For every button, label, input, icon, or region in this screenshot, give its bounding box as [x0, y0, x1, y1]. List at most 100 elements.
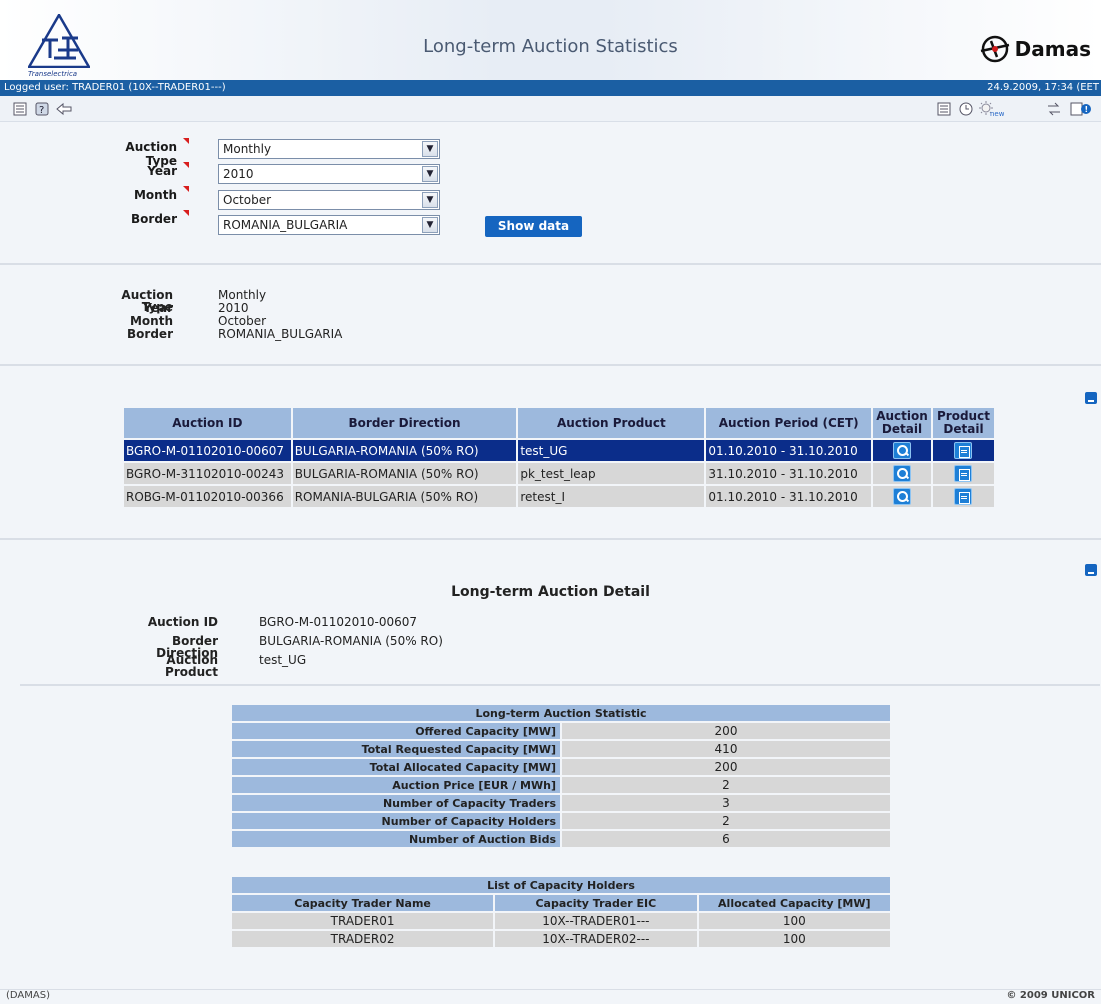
- damas-logo-icon: [980, 35, 1009, 63]
- summary-border-value: ROMANIA_BULGARIA: [218, 327, 343, 341]
- cell-border-direction: ROMANIA-BULGARIA (50% RO): [292, 486, 517, 507]
- stat-value: 200: [562, 723, 890, 739]
- user-bar: Logged user: TRADER01 (10X--TRADER01---)…: [0, 80, 1101, 96]
- cell-trader-name: TRADER01: [232, 913, 494, 929]
- summary-section: Auction Type Monthly Year 2010 Month Oct…: [0, 265, 1101, 366]
- footer-app-name: (DAMAS): [6, 990, 50, 1001]
- cell-border-direction: BULGARIA-ROMANIA (50% RO): [292, 440, 517, 461]
- cell-auction-product: test_UG: [518, 440, 705, 461]
- auction-type-select[interactable]: Monthly ▼: [218, 139, 440, 159]
- document-icon[interactable]: [954, 442, 973, 459]
- cell-product-detail: [932, 486, 994, 507]
- cell-auction-detail: [873, 463, 931, 484]
- show-data-button[interactable]: Show data: [485, 216, 582, 237]
- border-selected: ROMANIA_BULGARIA: [223, 218, 348, 232]
- cell-auction-detail: [873, 486, 931, 507]
- statistic-table-title: Long-term Auction Statistic: [232, 705, 890, 721]
- cell-product-detail: [932, 463, 994, 484]
- cell-auction-product: pk_test_leap: [518, 463, 705, 484]
- transfer-icon[interactable]: [1046, 101, 1062, 117]
- damas-logo: Damas: [979, 34, 1091, 64]
- help-icon[interactable]: ?: [34, 101, 50, 117]
- border-select[interactable]: ROMANIA_BULGARIA ▼: [218, 215, 440, 235]
- messages-icon[interactable]: !: [1070, 101, 1092, 117]
- cell-border-direction: BULGARIA-ROMANIA (50% RO): [292, 463, 517, 484]
- detail-border-direction-value: BULGARIA-ROMANIA (50% RO): [259, 634, 443, 648]
- chevron-down-icon[interactable]: ▼: [422, 166, 438, 182]
- stat-value: 200: [562, 759, 890, 775]
- summary-month-label: Month: [129, 314, 173, 328]
- required-mark: [183, 162, 189, 168]
- border-label: Border: [97, 210, 189, 226]
- month-select[interactable]: October ▼: [218, 190, 440, 210]
- current-datetime: 24.9.2009, 17:34 (EET: [987, 82, 1099, 93]
- chevron-down-icon[interactable]: ▼: [422, 141, 438, 157]
- news-icon[interactable]: new: [978, 101, 1004, 117]
- col-border-direction[interactable]: Border Direction: [292, 408, 517, 438]
- clock-icon[interactable]: [958, 101, 974, 117]
- table-row[interactable]: BGRO-M-01102010-00607 BULGARIA-ROMANIA (…: [124, 440, 994, 461]
- table-row[interactable]: ROBG-M-01102010-00366 ROMANIA-BULGARIA (…: [124, 486, 994, 507]
- table-row: TRADER01 10X--TRADER01--- 100: [232, 913, 890, 929]
- magnifier-icon[interactable]: [893, 442, 911, 459]
- magnifier-icon[interactable]: [893, 488, 911, 505]
- logo-caption: Transelectrica: [28, 70, 78, 78]
- col-auction-detail: Auction Detail: [873, 408, 931, 438]
- month-selected: October: [223, 193, 272, 207]
- table-row: Number of Capacity Holders 2: [232, 813, 890, 829]
- border-label-text: Border: [131, 212, 177, 226]
- cell-trader-eic: 10X--TRADER01---: [495, 913, 697, 929]
- col-auction-id[interactable]: Auction ID: [124, 408, 291, 438]
- table-row: Number of Capacity Traders 3: [232, 795, 890, 811]
- stat-value: 6: [562, 831, 890, 847]
- col-allocated-capacity: Allocated Capacity [MW]: [698, 895, 890, 911]
- table-row[interactable]: BGRO-M-31102010-00243 BULGARIA-ROMANIA (…: [124, 463, 994, 484]
- stat-label: Auction Price [EUR / MWh]: [232, 777, 560, 793]
- cell-auction-detail: [873, 440, 931, 461]
- notes-icon[interactable]: [936, 101, 952, 117]
- summary-border-label: Border: [127, 327, 173, 341]
- list-icon[interactable]: [12, 101, 28, 117]
- summary-year-value: 2010: [218, 301, 249, 315]
- chevron-down-icon[interactable]: ▼: [422, 217, 438, 233]
- back-arrow-icon[interactable]: [56, 101, 72, 117]
- page-title: Long-term Auction Statistics: [423, 36, 678, 57]
- cell-allocated-capacity: 100: [698, 931, 890, 947]
- cell-product-detail: [932, 440, 994, 461]
- required-mark: [183, 210, 189, 216]
- cell-auction-period: 31.10.2010 - 31.10.2010: [706, 463, 872, 484]
- footer: (DAMAS) © 2009 UNICOR: [0, 990, 1101, 1004]
- col-product-detail: Product Detail: [932, 408, 994, 438]
- col-auction-product[interactable]: Auction Product: [518, 408, 705, 438]
- table-row: Auction Price [EUR / MWh] 2: [232, 777, 890, 793]
- detail-auction-product-label: Auction Product: [165, 653, 218, 679]
- stat-value: 410: [562, 741, 890, 757]
- table-row: Total Allocated Capacity [MW] 200: [232, 759, 890, 775]
- col-auction-period[interactable]: Auction Period (CET): [706, 408, 872, 438]
- month-label: Month: [97, 186, 189, 202]
- cell-auction-id: ROBG-M-01102010-00366: [124, 486, 291, 507]
- year-select[interactable]: 2010 ▼: [218, 164, 440, 184]
- logged-user: Logged user: TRADER01 (10X--TRADER01---): [4, 82, 226, 93]
- cell-trader-name: TRADER02: [232, 931, 494, 947]
- chevron-down-icon[interactable]: ▼: [422, 192, 438, 208]
- collapse-detail-icon[interactable]: [1085, 564, 1097, 576]
- cell-trader-eic: 10X--TRADER02---: [495, 931, 697, 947]
- collapse-auctions-icon[interactable]: [1085, 392, 1097, 404]
- stat-label: Offered Capacity [MW]: [232, 723, 560, 739]
- stat-label: Number of Auction Bids: [232, 831, 560, 847]
- magnifier-icon[interactable]: [893, 465, 911, 482]
- cell-auction-period: 01.10.2010 - 31.10.2010: [706, 486, 872, 507]
- stat-label: Number of Capacity Traders: [232, 795, 560, 811]
- auction-type-selected: Monthly: [223, 142, 272, 156]
- table-row: Offered Capacity [MW] 200: [232, 723, 890, 739]
- detail-auction-id-label: Auction ID: [147, 615, 218, 629]
- stat-value: 2: [562, 813, 890, 829]
- stat-value: 2: [562, 777, 890, 793]
- document-icon[interactable]: [954, 488, 973, 505]
- year-selected: 2010: [223, 167, 254, 181]
- stat-label: Number of Capacity Holders: [232, 813, 560, 829]
- svg-text:!: !: [1085, 105, 1089, 114]
- document-icon[interactable]: [954, 465, 973, 482]
- footer-copyright: © 2009 UNICOR: [1006, 990, 1095, 1001]
